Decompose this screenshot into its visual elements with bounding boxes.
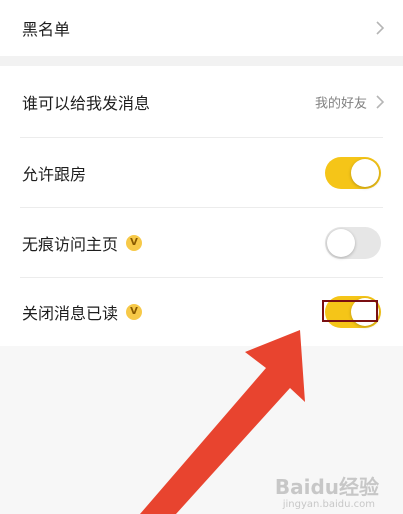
arrow-annotation (140, 330, 305, 514)
watermark-sub: jingyan.baidu.com (282, 499, 375, 510)
watermark: Baidu经验 (274, 475, 379, 499)
